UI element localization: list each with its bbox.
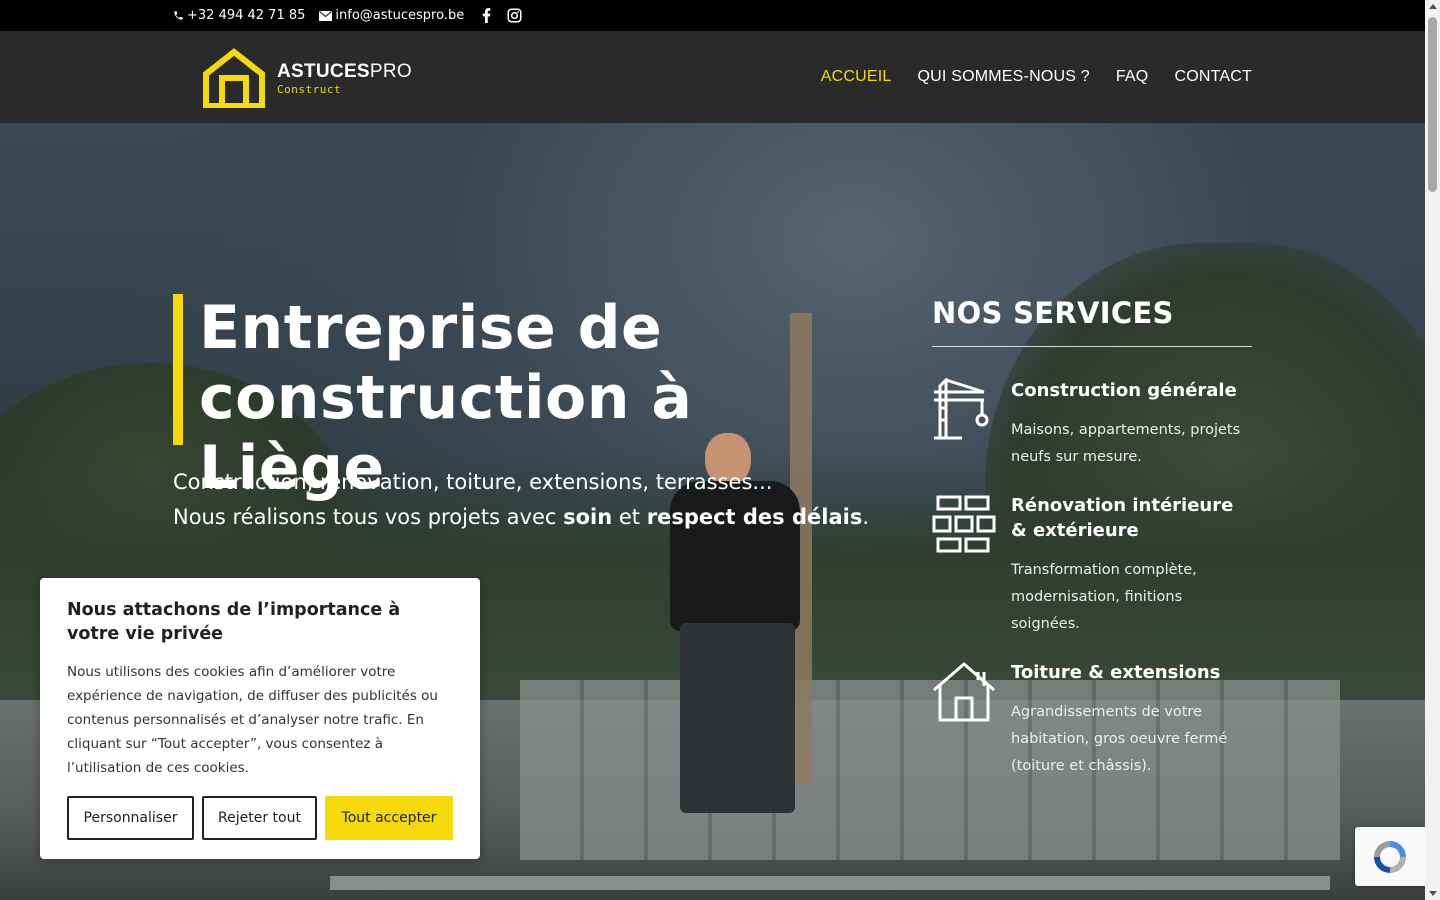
- phone-icon: [174, 11, 183, 20]
- service-title: Toiture & extensions: [1011, 662, 1221, 683]
- scroll-down-arrow[interactable]: [1429, 891, 1437, 896]
- hero-sub-line1: Construction, rénovation, toiture, exten…: [173, 470, 773, 494]
- services-heading: NOS SERVICES: [932, 296, 1174, 330]
- service-desc: Transformation complète, modernisation, …: [1011, 562, 1197, 632]
- service-item: Construction générale Maisons, apparteme…: [932, 378, 1252, 471]
- scroll-thumb[interactable]: [1428, 17, 1437, 192]
- scroll-up-arrow[interactable]: [1429, 4, 1437, 9]
- accept-all-button[interactable]: Tout accepter: [325, 796, 453, 840]
- social-links: [482, 8, 522, 23]
- instagram-icon[interactable]: [507, 8, 522, 23]
- phone-text: +32 494 42 71 85: [187, 8, 306, 23]
- site-logo[interactable]: ASTUCESPRO Construct: [203, 48, 412, 108]
- page-scrollbar[interactable]: [1425, 0, 1440, 900]
- mail-icon: [319, 10, 333, 21]
- bricks-icon: [932, 495, 996, 553]
- cookie-text: Nous utilisons des cookies afin d’amélio…: [67, 664, 438, 776]
- logo-house-icon: [203, 48, 265, 108]
- main-nav: ACCUEIL QUI SOMMES-NOUS ? FAQ CONTACT: [821, 31, 1252, 123]
- facebook-icon[interactable]: [482, 8, 491, 23]
- email-text: info@astucespro.be: [335, 8, 465, 23]
- topbar-phone[interactable]: +32 494 42 71 85: [173, 8, 305, 23]
- house-icon: [933, 662, 995, 722]
- hero-bg-scaffold: [330, 876, 1330, 890]
- services-divider: [932, 346, 1252, 347]
- cookie-title: Nous attachons de l’importance à votre v…: [67, 600, 401, 644]
- service-desc: Maisons, appartements, projets neufs sur…: [1011, 422, 1241, 465]
- top-bar: +32 494 42 71 85 info@astucespro.be: [0, 0, 1425, 31]
- nav-accueil[interactable]: ACCUEIL: [821, 68, 892, 86]
- nav-qui-sommes-nous[interactable]: QUI SOMMES-NOUS ?: [918, 68, 1090, 86]
- logo-brand: ASTUCESPRO: [277, 60, 412, 82]
- cookie-consent-banner: Nous attachons de l’importance à votre v…: [40, 578, 480, 859]
- service-item: Rénovation intérieure & extérieure Trans…: [932, 493, 1252, 638]
- service-title: Rénovation intérieure & extérieure: [1011, 495, 1234, 541]
- hero-title-accent: [173, 294, 183, 445]
- hero-sub-line2: Nous réalisons tous vos projets avec soi…: [173, 505, 870, 529]
- main-header: ASTUCESPRO Construct ACCUEIL QUI SOMMES-…: [0, 31, 1425, 123]
- hero-subtitle: Construction, rénovation, toiture, exten…: [173, 465, 893, 535]
- service-item: Toiture & extensions Agrandissements de …: [932, 660, 1252, 780]
- logo-text: ASTUCESPRO Construct: [277, 62, 412, 95]
- customize-button[interactable]: Personnaliser: [67, 796, 194, 840]
- cookie-buttons: Personnaliser Rejeter tout Tout accepter: [67, 796, 453, 840]
- nav-contact[interactable]: CONTACT: [1174, 68, 1252, 86]
- recaptcha-badge[interactable]: [1355, 827, 1425, 886]
- logo-subtitle: Construct: [277, 82, 342, 96]
- services-panel: NOS SERVICES Construction générale Maiso…: [932, 293, 1252, 780]
- recaptcha-icon: [1374, 840, 1406, 873]
- topbar-email[interactable]: info@astucespro.be: [319, 8, 464, 23]
- service-title: Construction générale: [1011, 380, 1237, 401]
- service-desc: Agrandissements de votre habitation, gro…: [1011, 704, 1228, 774]
- nav-faq[interactable]: FAQ: [1116, 68, 1149, 86]
- crane-icon: [934, 378, 989, 440]
- reject-all-button[interactable]: Rejeter tout: [202, 796, 317, 840]
